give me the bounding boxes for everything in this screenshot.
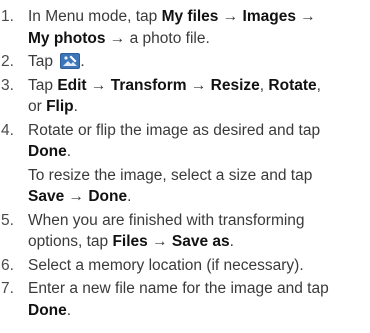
step-text: → a photo file. — [105, 29, 210, 47]
step-4-note: To resize the image, select a size and t… — [28, 165, 368, 208]
step-6: 6. Select a memory location (if necessar… — [0, 255, 368, 277]
edit-image-icon — [60, 53, 81, 69]
term-edit: Edit — [57, 76, 87, 94]
term-rotate: Rotate — [268, 76, 317, 94]
term-files: Files — [112, 233, 148, 250]
step-text: . — [80, 53, 85, 70]
step-2: 2. Tap . — [0, 51, 368, 73]
term-transform: Transform — [110, 76, 187, 94]
step-text: Enter a new file name for the image and … — [28, 280, 329, 297]
term-save: Save — [28, 188, 65, 205]
step-number: 7. — [1, 280, 14, 297]
step-number: 1. — [1, 8, 14, 25]
step-number: 4. — [1, 121, 14, 139]
step-text: . — [66, 301, 72, 319]
step-text: Select a memory location (if necessary). — [28, 256, 304, 274]
arrow: → — [218, 8, 243, 25]
arrow: → — [186, 76, 211, 94]
step-text: Tap — [28, 53, 58, 70]
step-text: . — [73, 98, 78, 115]
term-resize: Resize — [210, 76, 260, 94]
steps-list: 1. In Menu mode, tap My files → Images →… — [0, 6, 368, 323]
term-save-as: Save as — [171, 233, 230, 250]
step-text: options, tap — [28, 233, 113, 250]
arrow: → — [64, 188, 89, 205]
step-3: 3. Tap Edit → Transform → Resize, Rotate… — [0, 75, 368, 118]
arrow: → — [86, 76, 111, 94]
step-number: 3. — [1, 76, 14, 94]
note-text: . — [127, 188, 132, 205]
step-text: or — [28, 98, 47, 115]
step-7: 7. Enter a new file name for the image a… — [0, 278, 368, 321]
term-done: Done — [28, 301, 67, 319]
term-done: Done — [88, 188, 128, 205]
note-text: To resize the image, select a size and t… — [28, 166, 313, 184]
step-text: . — [229, 233, 234, 250]
term-my-files: My files — [161, 8, 219, 25]
instruction-document: 1. In Menu mode, tap My files → Images →… — [0, 0, 370, 333]
term-done: Done — [28, 143, 67, 160]
arrow: → — [295, 8, 316, 25]
step-4: 4. Rotate or flip the image as desired a… — [0, 120, 368, 208]
step-number: 2. — [1, 53, 14, 70]
arrow: → — [147, 233, 172, 250]
step-text: . — [66, 143, 72, 160]
step-number: 5. — [1, 211, 14, 229]
step-number: 6. — [1, 256, 14, 274]
term-flip: Flip — [46, 98, 74, 115]
separator: , — [316, 76, 321, 94]
step-1: 1. In Menu mode, tap My files → Images →… — [0, 6, 368, 49]
step-text: Rotate or flip the image as desired and … — [28, 121, 321, 139]
step-text: When you are finished with transforming — [28, 211, 305, 229]
step-text: In Menu mode, tap — [28, 8, 162, 25]
step-text: Tap — [28, 76, 58, 94]
step-5: 5. When you are finished with transformi… — [0, 210, 368, 253]
term-images: Images — [242, 8, 296, 25]
term-my-photos: My photos — [28, 29, 106, 47]
